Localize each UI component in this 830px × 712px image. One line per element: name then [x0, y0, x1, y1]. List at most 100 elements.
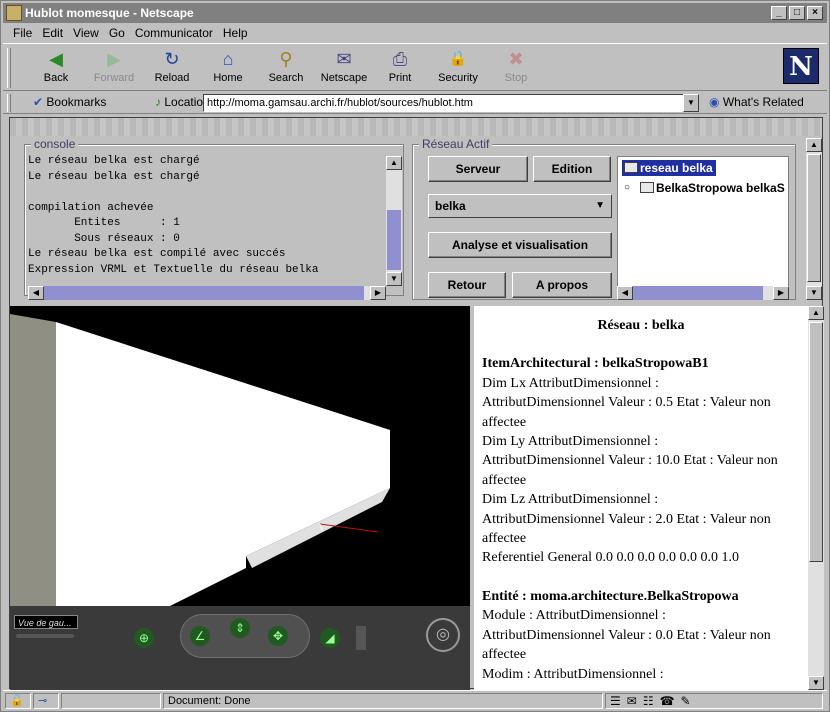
print-button[interactable]: ⎙Print [373, 48, 427, 90]
item-line: Dim Ly AttributDimensionnel : [482, 432, 800, 451]
item-heading: ItemArchitectural : belkaStropowaB1 [482, 354, 800, 373]
tree-horizontal-scrollbar[interactable]: ◀ ▶ [617, 286, 789, 300]
vrml-scene[interactable] [10, 306, 470, 606]
menu-bar: File Edit View Go Communicator Help [3, 24, 827, 42]
url-dropdown-button[interactable]: ▼ [683, 94, 699, 112]
browser-window: Hublot momesque - Netscape _ □ × File Ed… [0, 0, 830, 712]
security-status-icon[interactable]: 🔓 [5, 693, 31, 709]
netscape-logo[interactable]: N [783, 48, 819, 84]
composer-icon[interactable]: ✎ [681, 694, 697, 708]
menu-file[interactable]: File [13, 24, 32, 42]
whats-related-button[interactable]: ◉ What's Related [709, 95, 804, 109]
scroll-left-arrow-icon[interactable]: ◀ [28, 286, 44, 300]
forward-button[interactable]: ▶Forward [87, 48, 141, 90]
tilt-icon[interactable]: ∠ [190, 626, 210, 646]
item-line: Referentiel General 0.0 0.0 0.0 0.0 0.0 … [482, 548, 800, 567]
viewpoint-slider[interactable] [16, 634, 74, 638]
viewpoint-selector[interactable]: Vue de gau... [14, 615, 78, 629]
spacer [482, 568, 800, 587]
reload-button[interactable]: ↻Reload [145, 48, 199, 90]
component-bar[interactable]: ☰✉☷☎✎ [605, 693, 823, 709]
item-line: AttributDimensionnel Valeur : 0.5 Etat :… [482, 393, 800, 432]
console-horizontal-scrollbar[interactable]: ◀ ▶ [28, 286, 386, 300]
reseau-tree[interactable]: reseau belka ○ BelkaStropowa belkaS [617, 156, 789, 288]
chevron-down-icon: ▼ [595, 195, 605, 217]
netscape-button[interactable]: ✉Netscape [317, 48, 371, 90]
scroll-up-arrow-icon[interactable]: ▲ [806, 138, 822, 152]
retour-button[interactable]: Retour [428, 272, 506, 298]
page-content: console Le réseau belka est chargé Le ré… [9, 117, 823, 689]
console-hscroll-thumb[interactable] [44, 286, 364, 300]
target-icon[interactable]: ⊕ [134, 628, 154, 648]
viewer-dashboard: Vue de gau... ⊕ ∠ ⇕ ✥ ◢ ◎ [10, 606, 470, 690]
wall-side-face [10, 314, 56, 606]
tree-child-item[interactable]: ○ BelkaStropowa belkaS [622, 180, 785, 196]
console-output[interactable]: Le réseau belka est chargé Le réseau bel… [28, 154, 388, 286]
entity-line: Module : AttributDimensionnel : [482, 606, 800, 625]
top-frame-vertical-scrollbar[interactable]: ▲ ▼ [806, 138, 822, 300]
minimize-button[interactable]: _ [771, 6, 787, 20]
mail-icon[interactable]: ✉ [627, 694, 643, 708]
a-propos-button[interactable]: A propos [512, 272, 612, 298]
scroll-left-arrow-icon[interactable]: ◀ [617, 286, 633, 300]
connection-icon: ⊸ [33, 693, 59, 709]
navigator-icon[interactable]: ☰ [610, 694, 627, 708]
scroll-up-arrow-icon[interactable]: ▲ [808, 306, 824, 320]
location-toolbar: ✔ Bookmarks ♪ Location: http://moma.gams… [3, 92, 827, 114]
scroll-right-arrow-icon[interactable]: ▶ [370, 286, 386, 300]
newsgroups-icon[interactable]: ☷ [643, 694, 660, 708]
console-legend: console [31, 137, 78, 151]
item-line: Dim Lz AttributDimensionnel : [482, 490, 800, 509]
menu-view[interactable]: View [73, 24, 99, 42]
location-toolbar-grip[interactable] [7, 94, 11, 112]
description-scroll-thumb[interactable] [809, 322, 823, 562]
menu-help[interactable]: Help [223, 24, 248, 42]
tree-root-item[interactable]: reseau belka [622, 160, 716, 176]
scroll-up-arrow-icon[interactable]: ▲ [386, 156, 402, 170]
pan-icon[interactable]: ✥ [268, 626, 288, 646]
navigation-toolbar: ◀Back ▶Forward ↻Reload ⌂Home ⚲Search ✉Ne… [3, 43, 827, 91]
console-vertical-scrollbar[interactable]: ▲ ▼ [386, 156, 402, 286]
scroll-down-arrow-icon[interactable]: ▼ [808, 676, 824, 690]
location-icon: ♪ [155, 95, 164, 109]
top-frame-scroll-thumb[interactable] [807, 154, 821, 282]
description-vertical-scrollbar[interactable]: ▲ ▼ [808, 306, 824, 690]
reseau-legend: Réseau Actif [419, 137, 492, 151]
dolly-icon[interactable]: ⇕ [230, 618, 250, 638]
home-icon: ⌂ [217, 48, 239, 70]
reseau-title: Réseau : belka [482, 316, 800, 335]
security-button[interactable]: 🔒Security [431, 48, 485, 90]
title-bar: Hublot momesque - Netscape _ □ × [3, 3, 827, 23]
search-button[interactable]: ⚲Search [259, 48, 313, 90]
console-scroll-thumb[interactable] [387, 210, 401, 270]
undo-move-button[interactable] [356, 626, 366, 650]
scroll-down-arrow-icon[interactable]: ▼ [386, 272, 402, 286]
bookmarks-button[interactable]: ✔ Bookmarks [33, 95, 106, 109]
serveur-button[interactable]: Serveur [428, 156, 528, 182]
url-field[interactable]: http://moma.gamsau.archi.fr/hublot/sourc… [203, 94, 685, 112]
item-line: AttributDimensionnel Valeur : 10.0 Etat … [482, 451, 800, 490]
reload-icon: ↻ [161, 48, 183, 70]
menu-communicator[interactable]: Communicator [135, 24, 213, 42]
scroll-down-arrow-icon[interactable]: ▼ [806, 286, 822, 300]
back-button[interactable]: ◀Back [29, 48, 83, 90]
address-book-icon[interactable]: ☎ [660, 694, 681, 708]
tree-hscroll-thumb[interactable] [633, 286, 763, 300]
reseau-select[interactable]: belka▼ [428, 194, 612, 218]
entity-heading: Entité : moma.architecture.BelkaStropowa [482, 587, 800, 606]
home-button[interactable]: ⌂Home [201, 48, 255, 90]
menu-edit[interactable]: Edit [42, 24, 63, 42]
maximize-button[interactable]: □ [789, 6, 805, 20]
close-button[interactable]: × [807, 6, 823, 20]
toolbar-grip[interactable] [7, 48, 11, 88]
seek-icon[interactable]: ◢ [320, 628, 340, 648]
status-text: Document: Done [163, 693, 603, 709]
analyse-visualisation-button[interactable]: Analyse et visualisation [428, 232, 612, 258]
menu-go[interactable]: Go [109, 24, 125, 42]
lock-icon: 🔒 [447, 48, 469, 70]
reseau-description-panel[interactable]: Réseau : belka ItemArchitectural : belka… [474, 306, 808, 690]
vrml-3d-viewer[interactable]: Vue de gau... ⊕ ∠ ⇕ ✥ ◢ ◎ [10, 306, 470, 690]
edition-button[interactable]: Edition [533, 156, 611, 182]
scroll-right-arrow-icon[interactable]: ▶ [773, 286, 789, 300]
stop-button[interactable]: ✖Stop [489, 48, 543, 90]
